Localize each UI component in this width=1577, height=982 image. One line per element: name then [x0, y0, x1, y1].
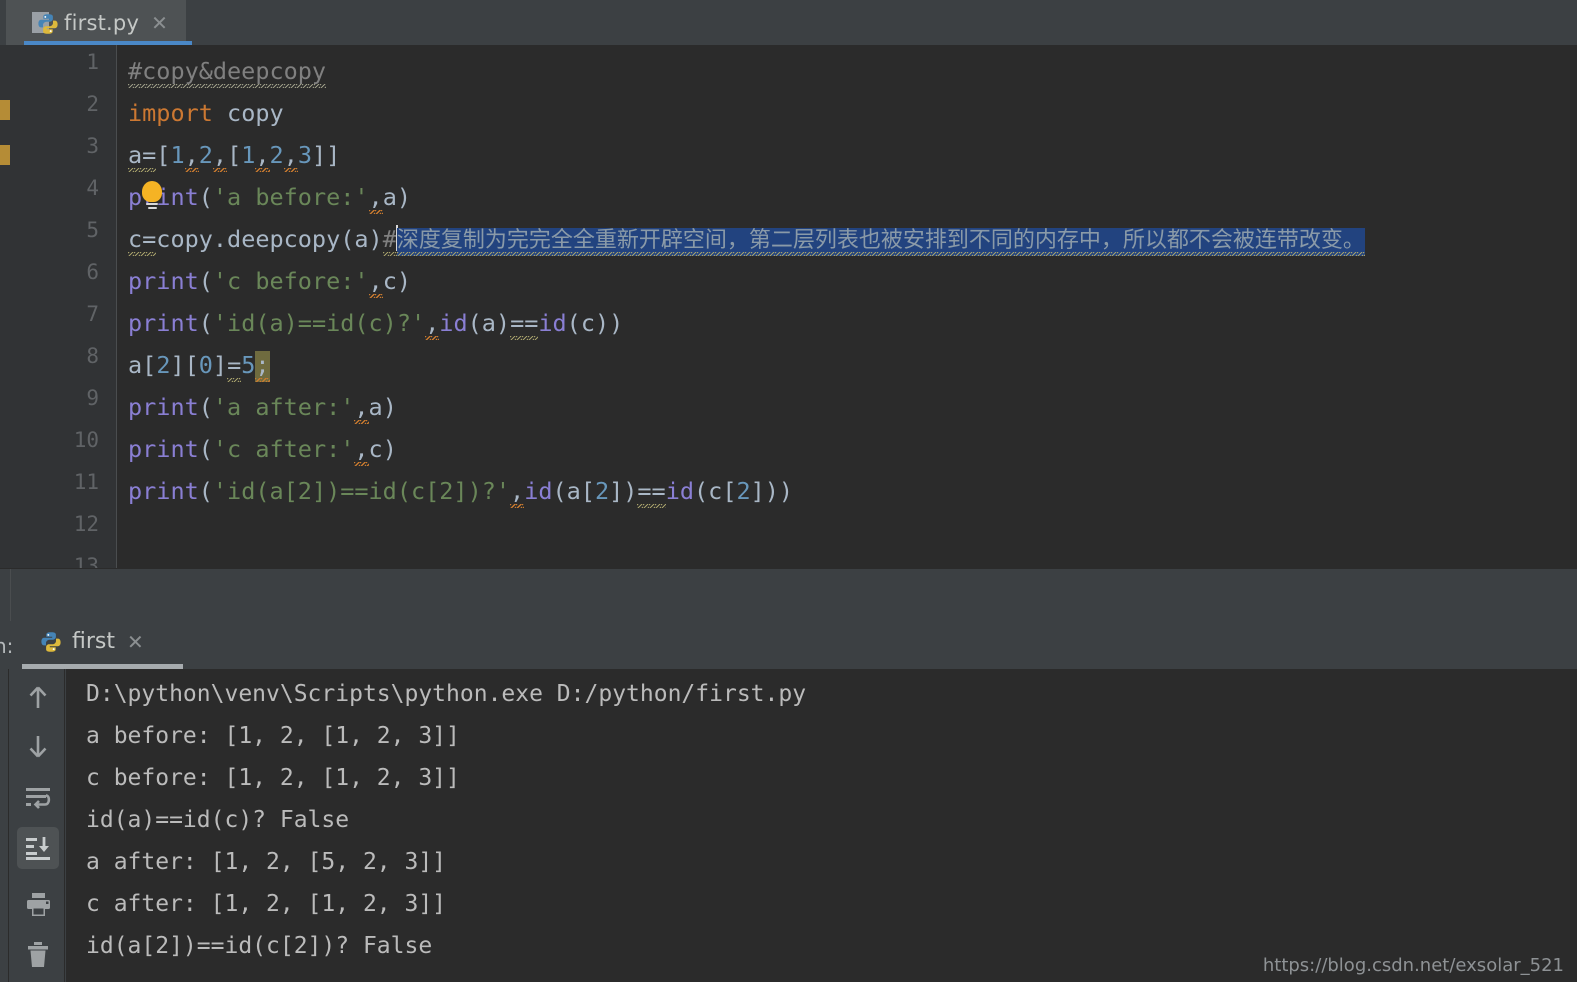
console-line: id(a)==id(c)? False	[86, 807, 350, 833]
line-number: 12	[73, 512, 99, 536]
run-tab-label: first	[72, 629, 115, 654]
python-file-icon	[32, 11, 58, 34]
code-line-11[interactable]: print('id(a[2])==id(c[2])?',id(a[2])==id…	[128, 470, 793, 512]
trash-icon[interactable]	[17, 934, 59, 976]
console-line: c after: [1, 2, [1, 2, 3]]	[86, 891, 447, 917]
code-line-8[interactable]: a[2][0]=5;	[128, 344, 270, 386]
line-number-gutter: 1 2 3 4 5 6 7 8 9 10 11 12 13	[10, 45, 117, 568]
watermark-url: https://blog.csdn.net/exsolar_521	[1262, 955, 1564, 976]
soft-wrap-icon[interactable]	[17, 777, 59, 819]
code-line-6[interactable]: print('c before:',c)	[128, 260, 411, 302]
error-semicolon[interactable]: ;	[255, 351, 270, 382]
editor-console-splitter[interactable]	[0, 568, 1577, 622]
close-icon[interactable]: ✕	[127, 632, 144, 652]
up-arrow-icon[interactable]	[17, 677, 59, 719]
code-text-area[interactable]: #copy&deepcopy import copy a=[1,2,[1,2,3…	[118, 45, 1577, 568]
line-number: 3	[86, 134, 99, 158]
editor-tab-bar: first.py ✕	[0, 0, 1577, 45]
code-line-3[interactable]: a=[1,2,[1,2,3]]	[128, 134, 340, 176]
selected-comment-text[interactable]: 深度复制为完完全全重新开辟空间，第二层列表也被安排到不同的内存中，所以都不会被连…	[396, 228, 1365, 256]
code-line-4[interactable]: print('a before:',a)	[128, 176, 411, 218]
pycharm-window: first.py ✕ 1 2 3 4 5 6 7 8 9 10 11 12 13	[0, 0, 1577, 982]
code-line-10[interactable]: print('c after:',c)	[128, 428, 397, 470]
code-line-2[interactable]: import copy	[128, 92, 284, 134]
console-output[interactable]: D:\python\venv\Scripts\python.exe D:/pyt…	[66, 669, 1577, 982]
down-arrow-icon[interactable]	[17, 725, 59, 767]
line-number: 7	[86, 302, 99, 326]
line-number: 11	[73, 470, 99, 494]
line-number: 1	[86, 50, 99, 74]
run-tab-bar: n: first ✕	[0, 621, 1577, 669]
scroll-to-end-icon[interactable]	[17, 827, 59, 869]
console-toolbar	[8, 669, 65, 982]
editor-tab-label: first.py	[64, 10, 140, 35]
print-icon[interactable]	[17, 884, 59, 926]
line-number: 2	[86, 92, 99, 116]
run-window-label: n:	[0, 634, 14, 658]
code-line-1[interactable]: #copy&deepcopy	[128, 50, 327, 92]
code-line-9[interactable]: print('a after:',a)	[128, 386, 397, 428]
console-line: id(a[2])==id(c[2])? False	[86, 933, 433, 959]
changed-lines-marker[interactable]	[0, 145, 10, 165]
line-number: 10	[73, 428, 99, 452]
line-number: 13	[73, 554, 99, 568]
editor-left-margin	[0, 45, 10, 568]
editor-tab-first-py[interactable]: first.py ✕	[6, 0, 192, 45]
console-line: D:\python\venv\Scripts\python.exe D:/pyt…	[86, 681, 807, 707]
close-icon[interactable]: ✕	[151, 13, 168, 33]
console-line: c before: [1, 2, [1, 2, 3]]	[86, 765, 460, 791]
python-icon	[40, 631, 62, 653]
lightbulb-icon[interactable]	[140, 181, 164, 211]
line-number: 5	[86, 218, 99, 242]
code-line-5[interactable]: c=copy.deepcopy(a)#深度复制为完完全全重新开辟空间，第二层列表…	[128, 218, 1365, 260]
line-number: 4	[86, 176, 99, 200]
line-number: 6	[86, 260, 99, 284]
run-tab-first[interactable]: first ✕	[40, 629, 144, 654]
line-number: 8	[86, 344, 99, 368]
console-line: a before: [1, 2, [1, 2, 3]]	[86, 723, 460, 749]
code-editor[interactable]: 1 2 3 4 5 6 7 8 9 10 11 12 13 #copy&deep…	[0, 45, 1577, 568]
console-line: a after: [1, 2, [5, 2, 3]]	[86, 849, 447, 875]
run-tool-window: n: first ✕ D:\python\venv\Scripts\python…	[0, 621, 1577, 982]
line-number: 9	[86, 386, 99, 410]
changed-lines-marker[interactable]	[0, 100, 10, 120]
code-line-7[interactable]: print('id(a)==id(c)?',id(a)==id(c))	[128, 302, 623, 344]
